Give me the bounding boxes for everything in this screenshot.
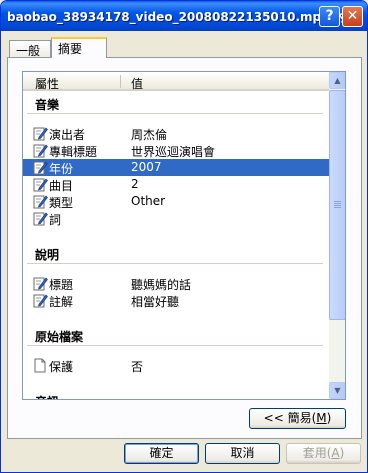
scroll-up-button[interactable]: ▲ bbox=[329, 72, 345, 89]
edit-icon bbox=[33, 177, 48, 192]
property-name: 年份 bbox=[49, 162, 74, 176]
group-header[interactable]: 原始檔案 bbox=[23, 325, 329, 346]
tab-general[interactable]: 一般 bbox=[9, 40, 51, 58]
window-title: baobao_38934178_video_20080822135010.mp3… bbox=[7, 10, 358, 24]
ok-button[interactable]: 確定 bbox=[124, 443, 199, 464]
edit-icon bbox=[33, 126, 48, 141]
edit-icon bbox=[33, 293, 48, 308]
group-divider bbox=[27, 113, 323, 114]
property-list[interactable]: 屬性 值 音樂演出者 周杰倫專輯標題 世界巡迴演唱會年份 2007 曲目 2 類型 Other… bbox=[22, 71, 346, 400]
group-divider bbox=[27, 345, 323, 346]
property-name: 註解 bbox=[49, 295, 74, 309]
property-name: 專輯標題 bbox=[49, 145, 98, 159]
property-row[interactable]: 標題 聽媽媽的話 bbox=[23, 275, 329, 292]
simple-view-label: << 簡易( bbox=[263, 411, 317, 425]
property-value[interactable]: 世界巡迴演唱會 bbox=[131, 143, 215, 160]
title-bar[interactable]: baobao_38934178_video_20080822135010.mp3… bbox=[1, 1, 367, 31]
property-value[interactable]: 相當好聽 bbox=[131, 293, 179, 310]
property-value[interactable]: 否 bbox=[131, 358, 143, 375]
property-value[interactable]: 聽媽媽的話 bbox=[131, 276, 191, 293]
property-name: 詞 bbox=[49, 213, 62, 227]
scroll-down-button[interactable]: ▼ bbox=[329, 382, 345, 399]
scroll-thumb[interactable] bbox=[329, 90, 345, 320]
column-header-attribute[interactable]: 屬性 bbox=[35, 75, 59, 92]
property-name: 演出者 bbox=[49, 128, 86, 142]
property-name: 標題 bbox=[49, 278, 74, 292]
grip-line bbox=[334, 203, 341, 204]
apply-button[interactable]: 套用(A) bbox=[286, 443, 361, 464]
cancel-button[interactable]: 取消 bbox=[205, 443, 280, 464]
property-value[interactable]: 周杰倫 bbox=[131, 126, 167, 143]
close-button[interactable]: ✕ bbox=[342, 6, 363, 27]
group-header[interactable]: 音訊 bbox=[23, 390, 329, 399]
property-row[interactable]: 專輯標題 世界巡迴演唱會 bbox=[23, 142, 329, 159]
property-name: 保護 bbox=[49, 360, 74, 374]
property-name: 類型 bbox=[49, 196, 74, 210]
simple-view-button[interactable]: << 簡易(M) bbox=[249, 408, 346, 429]
group-label: 音樂 bbox=[35, 98, 60, 112]
property-row[interactable]: 類型 Other bbox=[23, 193, 329, 210]
help-button[interactable]: ? bbox=[319, 6, 340, 27]
property-row[interactable]: 保護 否 bbox=[23, 357, 329, 374]
property-row[interactable]: 演出者 周杰倫 bbox=[23, 125, 329, 142]
edit-icon bbox=[33, 211, 48, 226]
simple-view-label-end: ) bbox=[326, 411, 332, 425]
vertical-scrollbar[interactable]: ▲ ▼ bbox=[329, 72, 345, 399]
property-value[interactable]: 2007 bbox=[131, 160, 162, 174]
edit-icon bbox=[33, 160, 48, 175]
column-separator[interactable] bbox=[120, 75, 121, 88]
properties-dialog: baobao_38934178_video_20080822135010.mp3… bbox=[0, 0, 368, 473]
group-label: 原始檔案 bbox=[35, 330, 84, 344]
property-row[interactable]: 註解 相當好聽 bbox=[23, 292, 329, 309]
group-label: 音訊 bbox=[35, 393, 59, 399]
document-icon bbox=[33, 358, 48, 373]
property-value[interactable]: Other bbox=[131, 194, 165, 208]
grip-line bbox=[334, 201, 341, 202]
group-header[interactable]: 說明 bbox=[23, 243, 329, 264]
property-row[interactable]: 年份 2007 bbox=[23, 159, 329, 176]
apply-label-end: ) bbox=[339, 446, 345, 460]
edit-icon bbox=[33, 276, 48, 291]
property-row[interactable]: 詞 bbox=[23, 210, 329, 227]
edit-icon bbox=[33, 143, 48, 158]
grip-line bbox=[334, 205, 341, 206]
property-row[interactable]: 曲目 2 bbox=[23, 176, 329, 193]
list-header: 屬性 值 bbox=[23, 72, 329, 91]
apply-label: 套用( bbox=[302, 446, 332, 460]
property-name: 曲目 bbox=[49, 179, 74, 193]
group-header[interactable]: 音樂 bbox=[23, 93, 329, 114]
tab-summary[interactable]: 摘要 bbox=[51, 37, 107, 58]
property-value[interactable]: 2 bbox=[131, 177, 139, 191]
edit-icon bbox=[33, 194, 48, 209]
simple-view-access-key: M bbox=[316, 411, 327, 425]
grip-line bbox=[334, 207, 341, 208]
apply-access-key: A bbox=[331, 446, 340, 460]
group-divider bbox=[27, 263, 323, 264]
group-label: 說明 bbox=[35, 248, 60, 262]
column-header-value[interactable]: 值 bbox=[131, 75, 143, 92]
